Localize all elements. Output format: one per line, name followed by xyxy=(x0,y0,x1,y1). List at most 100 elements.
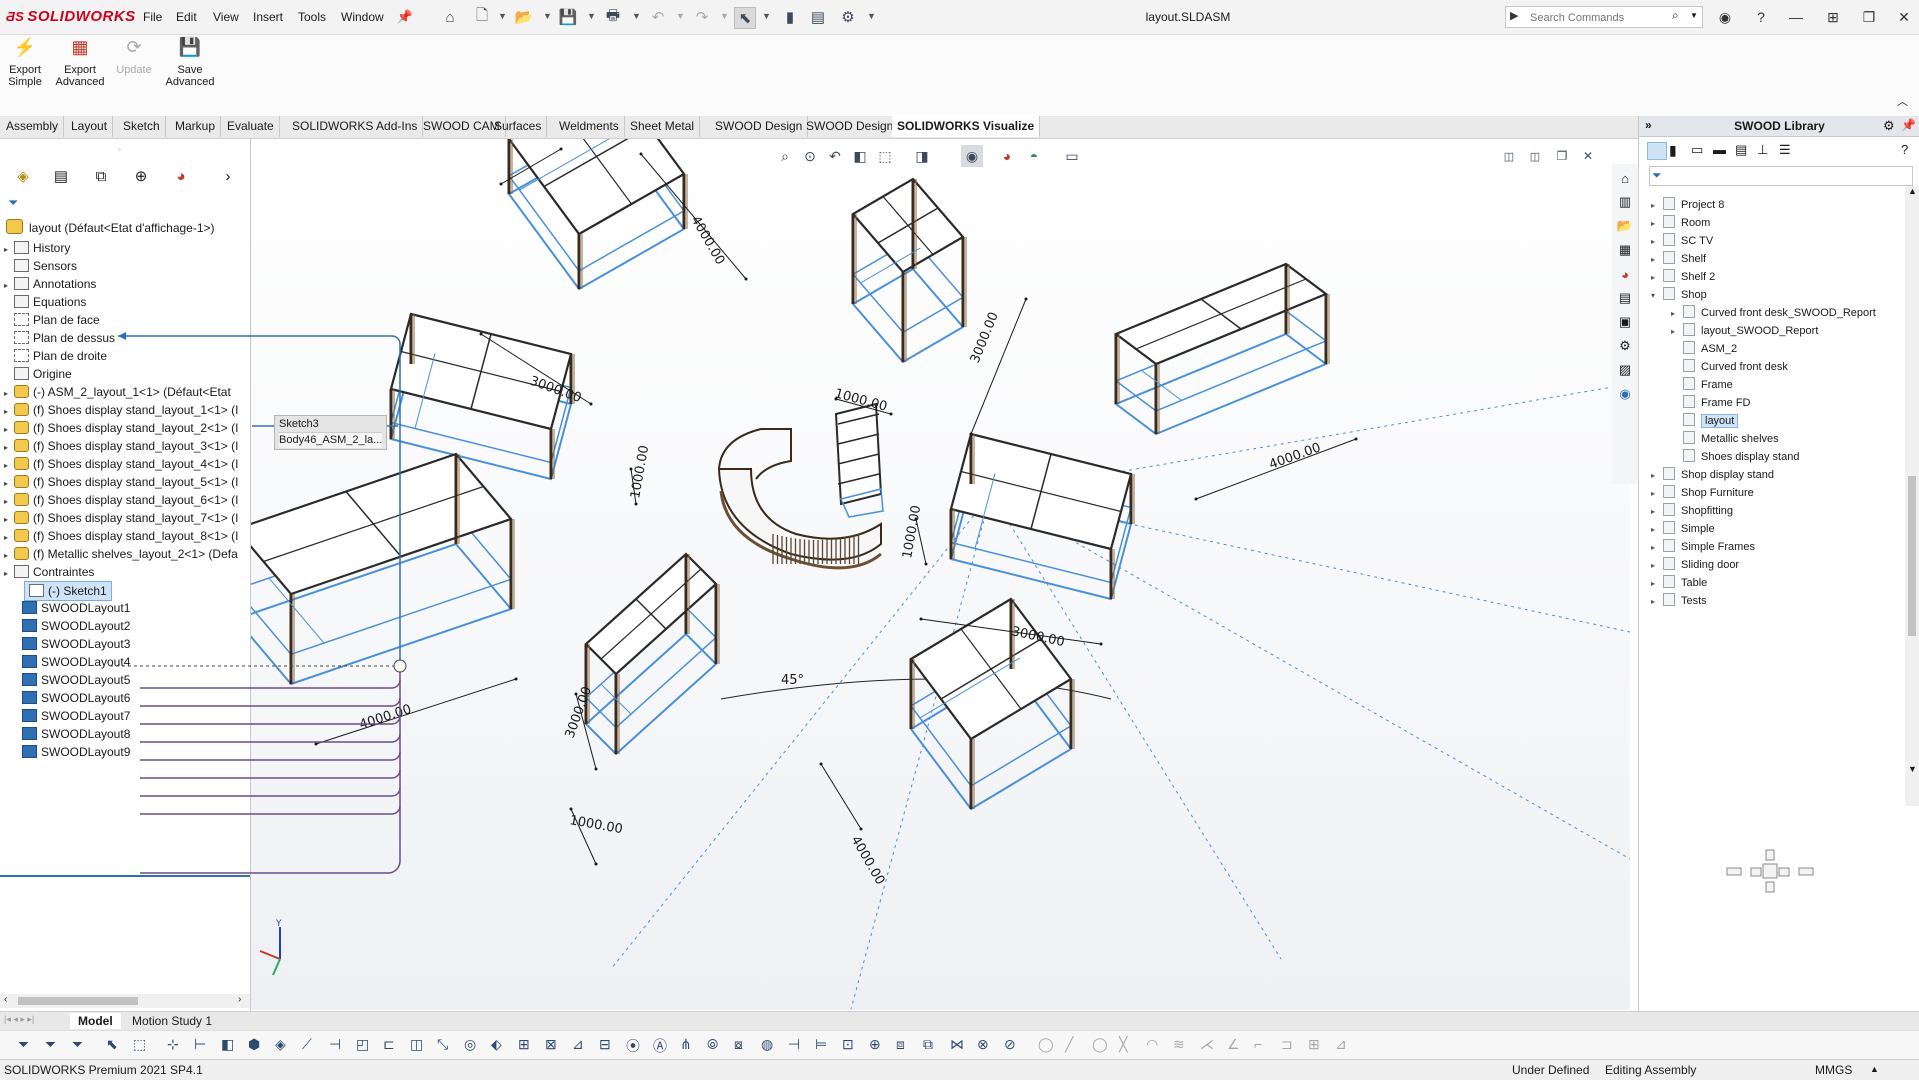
menu-view[interactable]: View xyxy=(213,10,239,24)
sketch-tool-icon[interactable]: ⬖ xyxy=(491,1036,502,1053)
custom-properties-icon[interactable]: ▤ xyxy=(1615,288,1635,308)
close-icon[interactable]: ✕ xyxy=(1893,6,1915,28)
tab-scroll-icon[interactable]: |◂ ◂ ▸ ▸| xyxy=(4,1014,34,1025)
menu-edit[interactable]: Edit xyxy=(176,10,197,24)
dimension-label[interactable]: 1000.00 xyxy=(900,504,924,560)
sketch-tool-icon[interactable]: ⊟ xyxy=(599,1036,611,1053)
sketch-tool-icon[interactable]: ⊞ xyxy=(1308,1036,1320,1053)
restore-icon[interactable]: ❐ xyxy=(1858,6,1880,28)
sketch-tool-icon[interactable]: ⊏ xyxy=(383,1036,395,1053)
expand-arrow-icon[interactable]: ▸ xyxy=(1651,215,1663,233)
library-item[interactable]: ▸ Project 8 xyxy=(1651,196,1724,214)
select-cursor-icon[interactable]: ⬉ xyxy=(734,7,756,29)
tree-item[interactable]: ▸ (f) Shoes display stand_layout_1<1> (I xyxy=(4,401,238,419)
sketch-tool-icon[interactable]: ⊨ xyxy=(815,1036,827,1053)
sketch-tool-icon[interactable]: ◍ xyxy=(761,1036,773,1053)
sketch-tool-icon[interactable]: ⤡ xyxy=(437,1036,448,1053)
library-item[interactable]: ▸ Shelf 2 xyxy=(1651,268,1715,286)
dimension-label[interactable]: 1000.00 xyxy=(628,444,652,500)
sketch-tool-icon[interactable]: ∠ xyxy=(1227,1036,1240,1053)
sketch-tool-icon[interactable]: ⊕ xyxy=(869,1036,881,1053)
sketch-tool-icon[interactable]: ⟋ xyxy=(302,1036,312,1053)
library-item[interactable]: ▸ Simple Frames xyxy=(1651,538,1755,556)
library-item[interactable]: ▸ Curved front desk_SWOOD_Report xyxy=(1671,304,1876,322)
scroll-down-icon[interactable]: ▼ xyxy=(1908,764,1917,774)
feature-manager-tab-icon[interactable]: ◈ xyxy=(6,165,40,187)
library-drawer-icon[interactable]: ▤ xyxy=(1735,142,1747,158)
expand-arrow-icon[interactable]: ▸ xyxy=(1651,467,1663,485)
library-item[interactable]: ▸ Table xyxy=(1651,574,1707,592)
dimxpert-tab-icon[interactable]: ⊕ xyxy=(124,165,158,187)
filter-icon[interactable]: ⏷ xyxy=(8,195,18,211)
tree-item[interactable]: SWOODLayout4 xyxy=(22,653,130,671)
sketch-tool-icon[interactable]: ⊿ xyxy=(572,1036,584,1053)
expand-pane-icon[interactable]: » xyxy=(1645,118,1652,132)
expand-arrow-icon[interactable]: ▸ xyxy=(4,565,14,583)
tree-item[interactable]: Equations xyxy=(4,293,86,311)
appearances-icon[interactable]: ◕ xyxy=(1615,264,1635,284)
menu-file[interactable]: File xyxy=(143,10,162,24)
rack-left[interactable] xyxy=(389,312,575,481)
tree-item[interactable]: SWOODLayout5 xyxy=(22,671,130,689)
open-folder-icon[interactable]: 📂 xyxy=(514,7,534,27)
tree-item[interactable]: SWOODLayout8 xyxy=(22,725,130,743)
sketch-tool-icon[interactable]: ⊞ xyxy=(518,1036,530,1053)
library-item[interactable]: Metallic shelves xyxy=(1671,430,1779,448)
swood-library-icon[interactable]: ▣ xyxy=(1615,312,1635,332)
chevron-down-icon[interactable]: ▼ xyxy=(543,11,552,21)
sketch-tool-icon[interactable]: ⋈ xyxy=(950,1036,964,1053)
graphics-area[interactable]: ⌕ ⊙ ↶ ◧ ⬚ ◨ ◉ ◕ ◓ ▭ ◫ ◫ ❐ ✕ 1500.004000.… xyxy=(251,139,1630,1010)
library-item[interactable]: ▸ Room xyxy=(1651,214,1710,232)
tab-markup[interactable]: Markup xyxy=(170,116,222,137)
sketch-tool-icon[interactable]: ⊘ xyxy=(1004,1036,1016,1053)
library-item[interactable]: ▸ Shop display stand xyxy=(1651,466,1774,484)
tree-item[interactable]: ▸ Annotations xyxy=(4,275,96,293)
tab-evaluate[interactable]: Evaluate xyxy=(222,116,280,137)
rack-bottom[interactable] xyxy=(584,552,720,756)
tab-weldments[interactable]: Weldments xyxy=(554,116,625,137)
tree-item[interactable]: SWOODLayout3 xyxy=(22,635,130,653)
new-document-icon[interactable]: 🗋 xyxy=(472,7,492,27)
expand-arrow-icon[interactable]: ▸ xyxy=(1651,485,1663,503)
library-item[interactable]: ▸ SC TV xyxy=(1651,232,1713,250)
expand-arrow-icon[interactable]: ▸ xyxy=(1651,575,1663,593)
sketch-tool-icon[interactable]: ◎ xyxy=(464,1036,476,1053)
undo-icon[interactable]: ↶ xyxy=(648,7,668,27)
library-item[interactable]: Frame xyxy=(1671,376,1733,394)
minimize-icon[interactable]: — xyxy=(1785,6,1807,28)
sketch-tool-icon[interactable]: ◈ xyxy=(275,1036,286,1053)
tab-motion-study[interactable]: Motion Study 1 xyxy=(124,1013,220,1029)
metallic-shelves-tower[interactable] xyxy=(834,402,884,518)
expand-arrow-icon[interactable]: ▸ xyxy=(1671,305,1683,323)
vertical-scrollbar[interactable]: ▲ ▼ xyxy=(1905,186,1919,806)
tab-sheet-metal[interactable]: Sheet Metal xyxy=(625,116,701,137)
tree-item[interactable]: ▸ Contraintes xyxy=(4,563,94,581)
sketch-tool-icon[interactable]: Ⓐ xyxy=(653,1036,667,1056)
dimension-label[interactable]: 1000.00 xyxy=(568,813,624,837)
design-library-icon[interactable]: ▥ xyxy=(1615,192,1635,212)
save-advanced-button[interactable]: 💾 Save Advanced xyxy=(162,38,218,88)
sketch-tool-icon[interactable]: ⊠ xyxy=(545,1036,557,1053)
update-button[interactable]: ⟳ Update xyxy=(106,38,162,76)
tree-item[interactable]: ▸ (f) Shoes display stand_layout_5<1> (I xyxy=(4,473,238,491)
search-input[interactable] xyxy=(1528,8,1672,28)
rack-top-right[interactable] xyxy=(851,177,967,364)
swood-hardware-icon[interactable]: ⚙ xyxy=(1615,336,1635,356)
sketch-tool-icon[interactable]: ⏷ xyxy=(45,1036,56,1053)
sketch-tool-icon[interactable]: ◫ xyxy=(410,1036,423,1053)
sketch-tool-icon[interactable]: ⦿ xyxy=(626,1036,640,1056)
expand-arrow-icon[interactable]: ▸ xyxy=(1651,269,1663,287)
user-account-icon[interactable]: ◉ xyxy=(1714,6,1736,28)
scroll-thumb[interactable] xyxy=(18,997,138,1005)
rack-far-right[interactable] xyxy=(1113,262,1330,436)
redo-icon[interactable]: ↷ xyxy=(692,7,712,27)
library-item[interactable]: ▸ Shelf xyxy=(1651,250,1706,268)
library-item[interactable]: ▸ Shopfitting xyxy=(1651,502,1733,520)
sketch-tool-icon[interactable]: ⧈ xyxy=(896,1036,905,1053)
expand-arrow-icon[interactable]: ▸ xyxy=(1651,521,1663,539)
sketch-tool-icon[interactable]: ⏷ xyxy=(18,1036,29,1053)
sketch-tool-icon[interactable]: ◯ xyxy=(1092,1036,1108,1053)
expand-arrow-icon[interactable]: ▸ xyxy=(1651,557,1663,575)
chevron-down-icon[interactable]: ▼ xyxy=(867,11,876,21)
library-filter-field[interactable]: ⏷ xyxy=(1649,166,1913,186)
